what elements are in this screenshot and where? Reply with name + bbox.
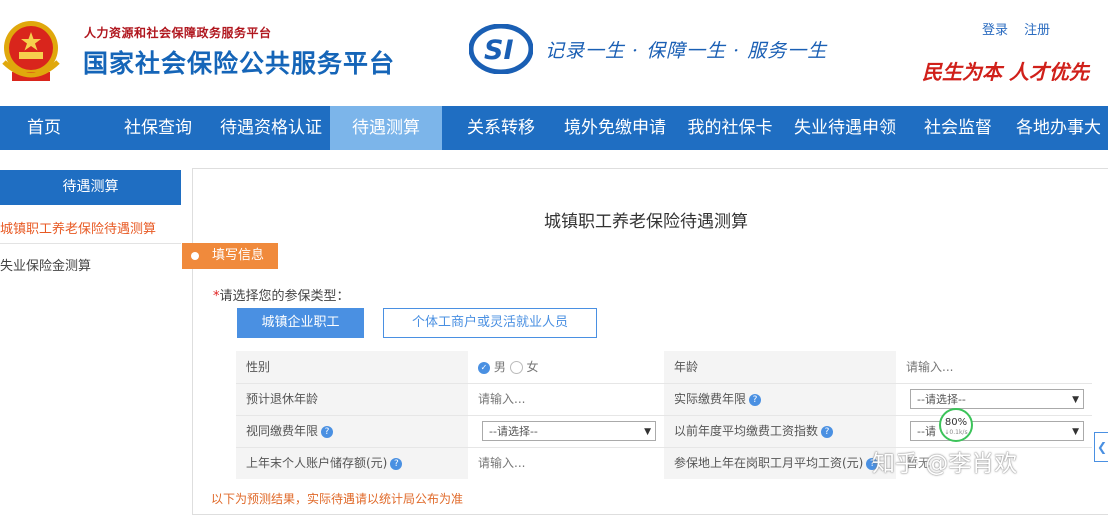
nav-unemployment[interactable]: 失业待遇申领 <box>786 106 904 150</box>
tag-dot-icon <box>191 252 199 260</box>
account-balance-label-cell: 上年末个人账户储存额(元)? <box>236 447 468 479</box>
help-icon[interactable]: ? <box>749 393 762 406</box>
help-icon[interactable]: ? <box>321 425 334 438</box>
prompt-text: 请选择您的参保类型： <box>219 289 350 304</box>
progress-percent: 80% <box>944 417 968 428</box>
gender-female-label: 女 <box>526 360 539 374</box>
wage-index-label-cell: 以前年度平均缴费工资指数? <box>664 415 896 447</box>
age-label: 年龄 <box>664 351 896 383</box>
register-link[interactable]: 注册 <box>1024 23 1050 38</box>
actual-years-select-value: --请选择-- <box>917 393 966 406</box>
slogan: 记录一生 · 保障一生 · 服务一生 <box>545 40 828 62</box>
watermark: 知乎 @李肖欢 <box>872 451 1018 477</box>
wage-index-select[interactable]: --请 ▼ <box>910 421 1084 441</box>
nav-benefit-calc[interactable]: 待遇测算 <box>330 106 442 150</box>
deemed-years-label-cell: 视同缴费年限? <box>236 415 468 447</box>
enterprise-employee-button[interactable]: 城镇企业职工 <box>237 308 364 338</box>
sidebar-item-pension-calc[interactable]: 城镇职工养老保险待遇测算 <box>0 218 156 237</box>
account-balance-label: 上年末个人账户储存额(元) <box>246 456 388 470</box>
si-logo-icon: SI <box>469 24 533 74</box>
gender-radio-group: ✓ 男 女 <box>468 351 664 383</box>
gender-label: 性别 <box>236 351 468 383</box>
avg-wage-label: 参保地上年在岗职工月平均工资(元) <box>674 456 864 470</box>
slogan-secondary: 民生为本 人才优先 <box>922 60 1089 84</box>
page-title: 城镇职工养老保险待遇测算 <box>544 212 748 232</box>
chevron-down-icon: ▼ <box>1072 427 1079 437</box>
gender-male-radio[interactable]: ✓ <box>478 361 490 374</box>
help-icon[interactable]: ? <box>821 425 834 438</box>
nav-home[interactable]: 首页 <box>0 106 88 150</box>
nav-transfer[interactable]: 关系转移 <box>455 106 547 150</box>
login-links: 登录 注册 <box>982 19 1062 38</box>
main-nav: 首页 社保查询 待遇资格认证 待遇测算 关系转移 境外免缴申请 我的社保卡 失业… <box>0 106 1108 150</box>
site-subtitle: 人力资源和社会保障政务服务平台 <box>84 26 272 40</box>
nav-supervision[interactable]: 社会监督 <box>914 106 1002 150</box>
retire-age-label: 预计退休年龄 <box>236 383 468 415</box>
chevron-down-icon: ▼ <box>1072 395 1079 405</box>
site-header: 人力资源和社会保障政务服务平台 国家社会保险公共服务平台 SI 记录一生 · 保… <box>0 0 1108 106</box>
section-tag-label: 填写信息 <box>212 248 265 263</box>
progress-sub: ↓0.1k/s <box>944 429 968 436</box>
wage-index-label: 以前年度平均缴费工资指数 <box>674 424 819 438</box>
nav-my-card[interactable]: 我的社保卡 <box>681 106 779 150</box>
login-link[interactable]: 登录 <box>982 23 1008 38</box>
insurance-type-prompt: *请选择您的参保类型： <box>213 285 350 304</box>
nav-qualification[interactable]: 待遇资格认证 <box>213 106 329 150</box>
wage-index-select-value: --请 <box>917 425 936 438</box>
national-emblem-icon <box>2 21 60 81</box>
chevron-down-icon: ▼ <box>644 427 651 437</box>
bottom-note: 以下为预测结果，实际待遇请以统计局公布为准 <box>211 492 464 506</box>
avg-wage-label-cell: 参保地上年在岗职工月平均工资(元)? <box>664 447 896 479</box>
sidebar-title: 待遇测算 <box>0 170 181 205</box>
actual-years-label-cell: 实际缴费年限? <box>664 383 896 415</box>
gender-female-radio[interactable] <box>509 361 523 374</box>
retire-age-input[interactable]: 请输入... <box>468 383 664 415</box>
actual-years-select[interactable]: --请选择-- ▼ <box>910 389 1084 409</box>
flexible-employment-button[interactable]: 个体工商户或灵活就业人员 <box>383 308 597 338</box>
nav-local-services[interactable]: 各地办事大 <box>1016 106 1108 150</box>
deemed-years-label: 视同缴费年限 <box>246 424 319 438</box>
deemed-years-select-value: --请选择-- <box>489 425 538 438</box>
nav-overseas[interactable]: 境外免缴申请 <box>556 106 674 150</box>
row-divider <box>236 383 1092 384</box>
section-tag: 填写信息 <box>182 243 278 269</box>
side-collapse-tab[interactable]: ❮ <box>1094 432 1108 462</box>
help-icon[interactable]: ? <box>390 457 403 470</box>
sidebar-divider <box>0 243 181 244</box>
nav-social-query[interactable]: 社保查询 <box>110 106 206 150</box>
network-speed-indicator[interactable]: 80% ↓0.1k/s <box>939 408 973 442</box>
sidebar-item-unemployment-calc[interactable]: 失业保险金测算 <box>0 255 91 274</box>
age-input[interactable]: 请输入... <box>896 351 1092 383</box>
site-title: 国家社会保险公共服务平台 <box>83 49 396 78</box>
account-balance-input[interactable]: 请输入... <box>468 447 664 479</box>
deemed-years-select[interactable]: --请选择-- ▼ <box>482 421 656 441</box>
si-logo-text: SI <box>484 35 514 66</box>
gender-male-label: 男 <box>493 360 506 374</box>
actual-years-label: 实际缴费年限 <box>674 392 747 406</box>
